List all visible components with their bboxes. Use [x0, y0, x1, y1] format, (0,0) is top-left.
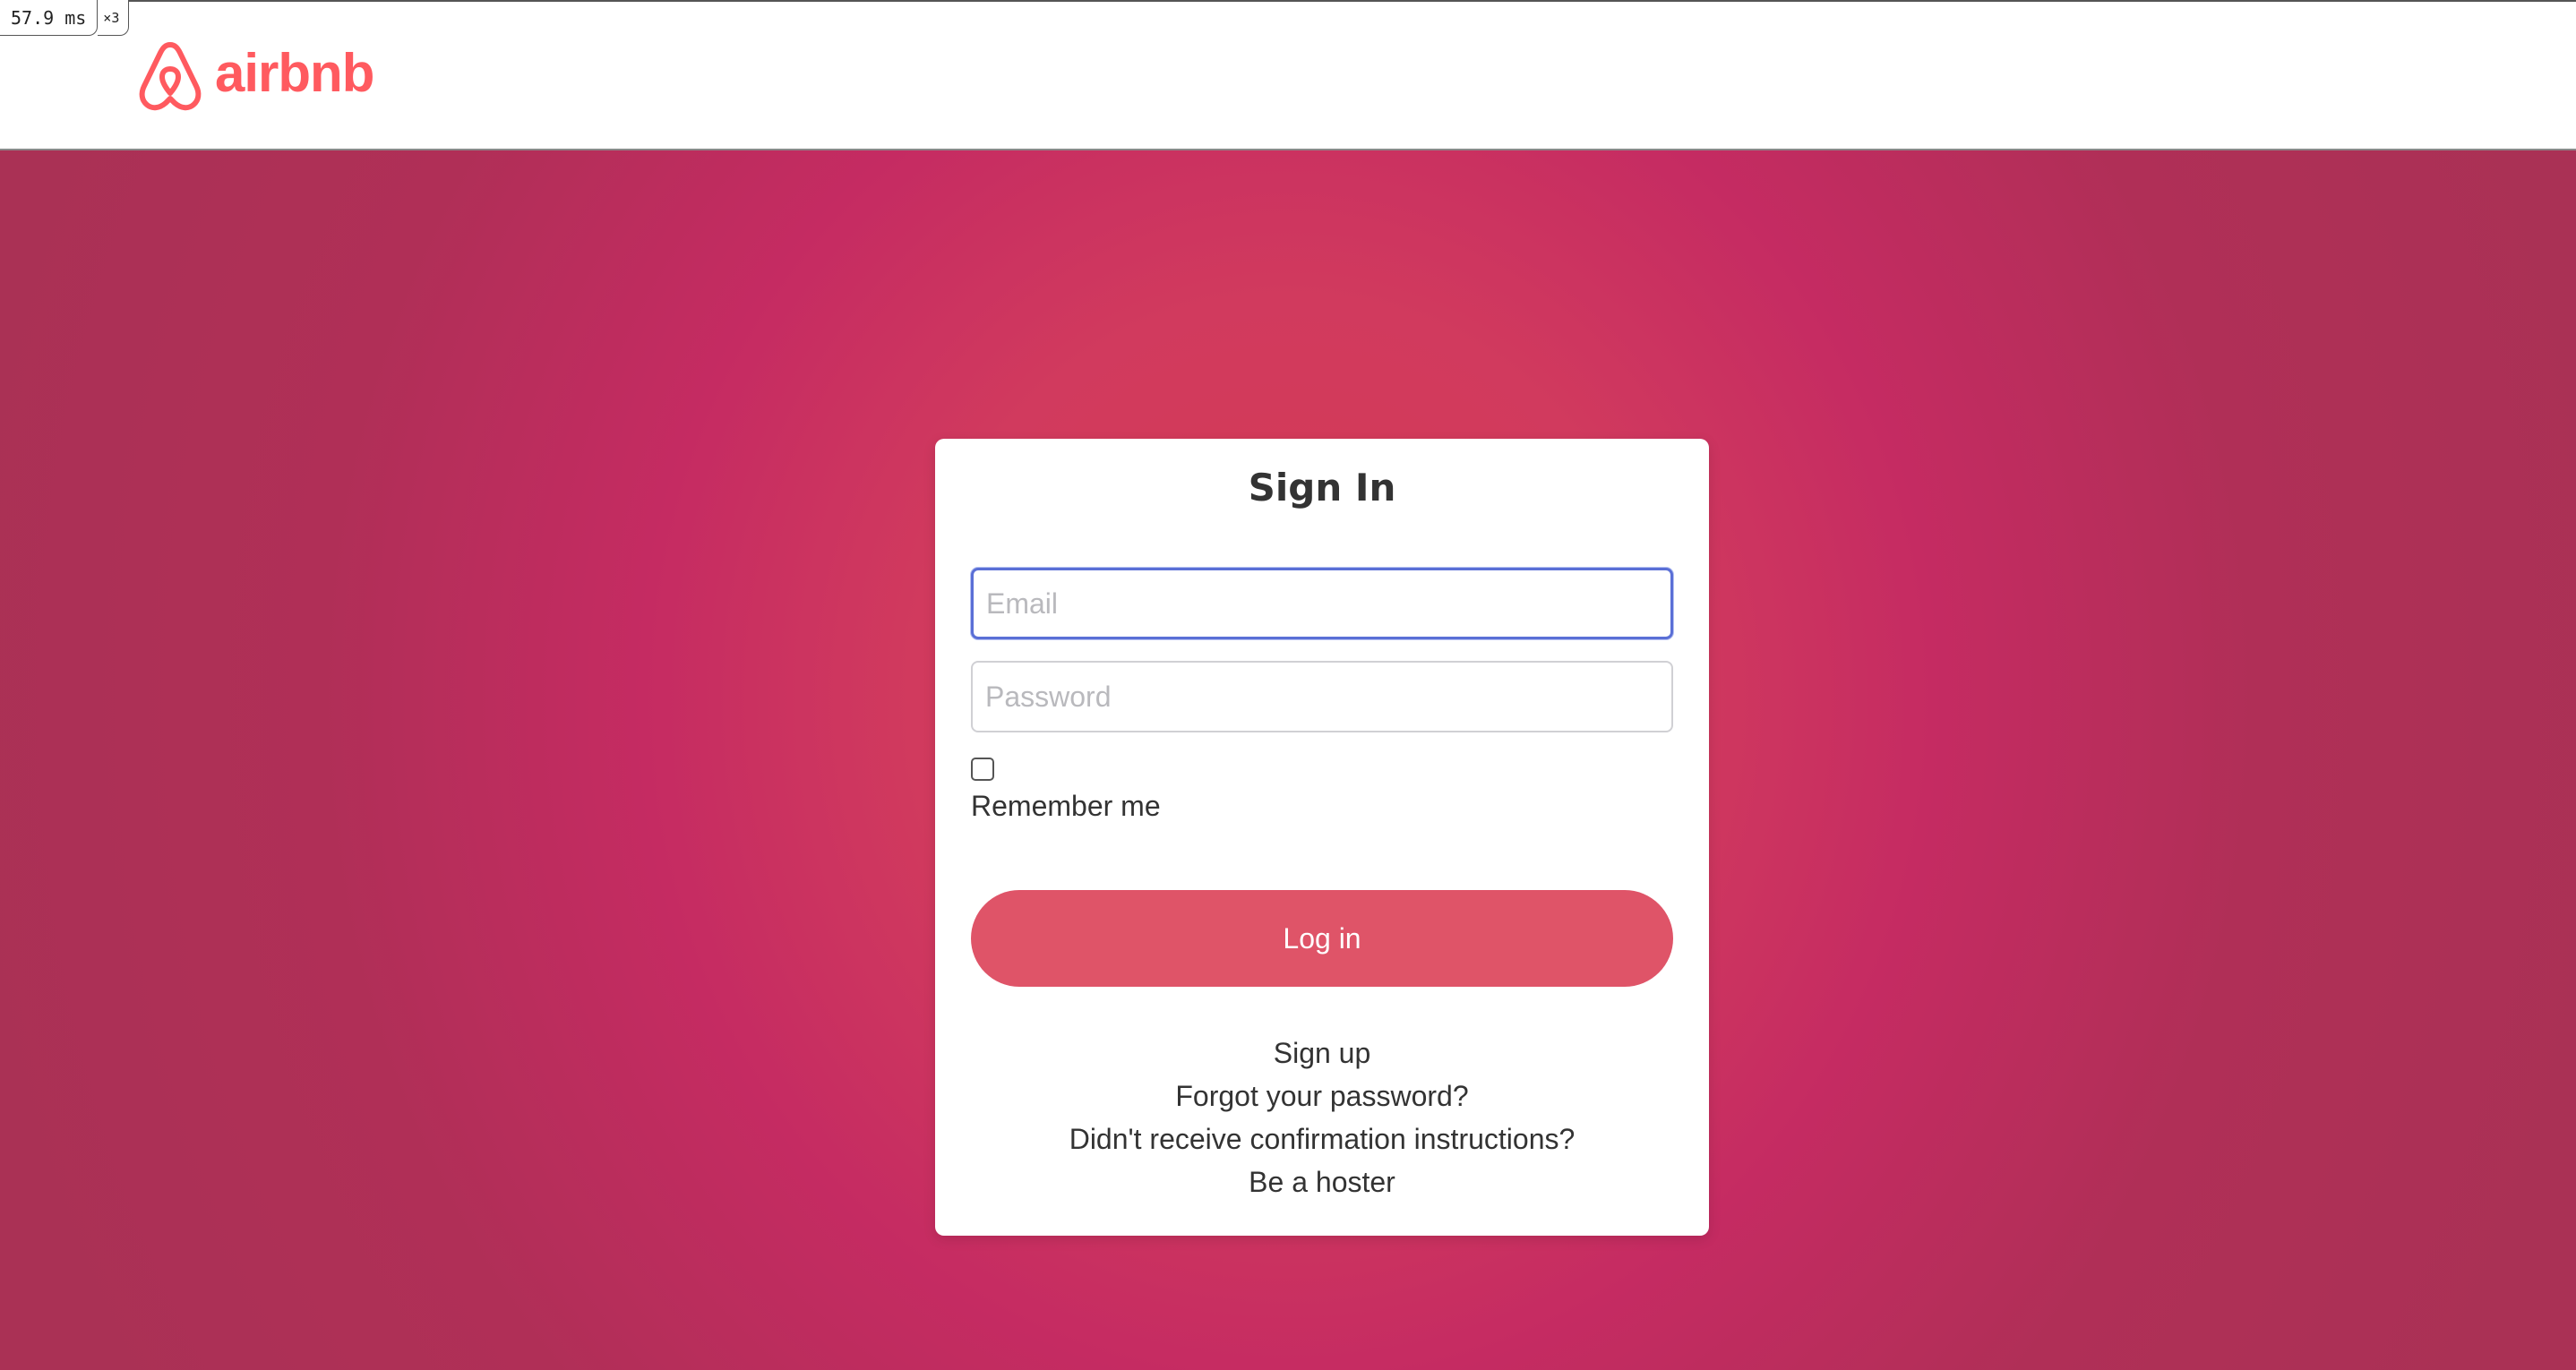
remember-me-checkbox[interactable]: [971, 758, 994, 781]
sign-up-link[interactable]: Sign up: [935, 1032, 1709, 1075]
airbnb-logo[interactable]: airbnb: [136, 38, 374, 115]
site-header: airbnb: [0, 0, 2576, 150]
profiler-badge[interactable]: 57.9 ms ×3: [0, 0, 130, 36]
window-top-border: [0, 0, 2576, 2]
password-input[interactable]: [971, 661, 1673, 732]
signin-card: Sign In Remember me Log in Sign up Forgo…: [935, 439, 1709, 1236]
confirmation-instructions-link[interactable]: Didn't receive confirmation instructions…: [935, 1117, 1709, 1160]
page: airbnb 57.9 ms ×3 Sign In Remember me Lo…: [0, 0, 2576, 1370]
profiler-time: 57.9 ms: [0, 0, 99, 36]
logo-wordmark: airbnb: [215, 43, 374, 103]
signin-title: Sign In: [1248, 466, 1396, 509]
login-button[interactable]: Log in: [971, 890, 1673, 987]
airbnb-belo-icon: [136, 39, 204, 113]
remember-me-label: Remember me: [971, 790, 1161, 822]
forgot-password-link[interactable]: Forgot your password?: [935, 1075, 1709, 1117]
email-input[interactable]: [971, 568, 1673, 639]
be-a-hoster-link[interactable]: Be a hoster: [935, 1160, 1709, 1203]
auth-links: Sign up Forgot your password? Didn't rec…: [935, 1032, 1709, 1203]
profiler-multiplier: ×3: [98, 0, 130, 36]
